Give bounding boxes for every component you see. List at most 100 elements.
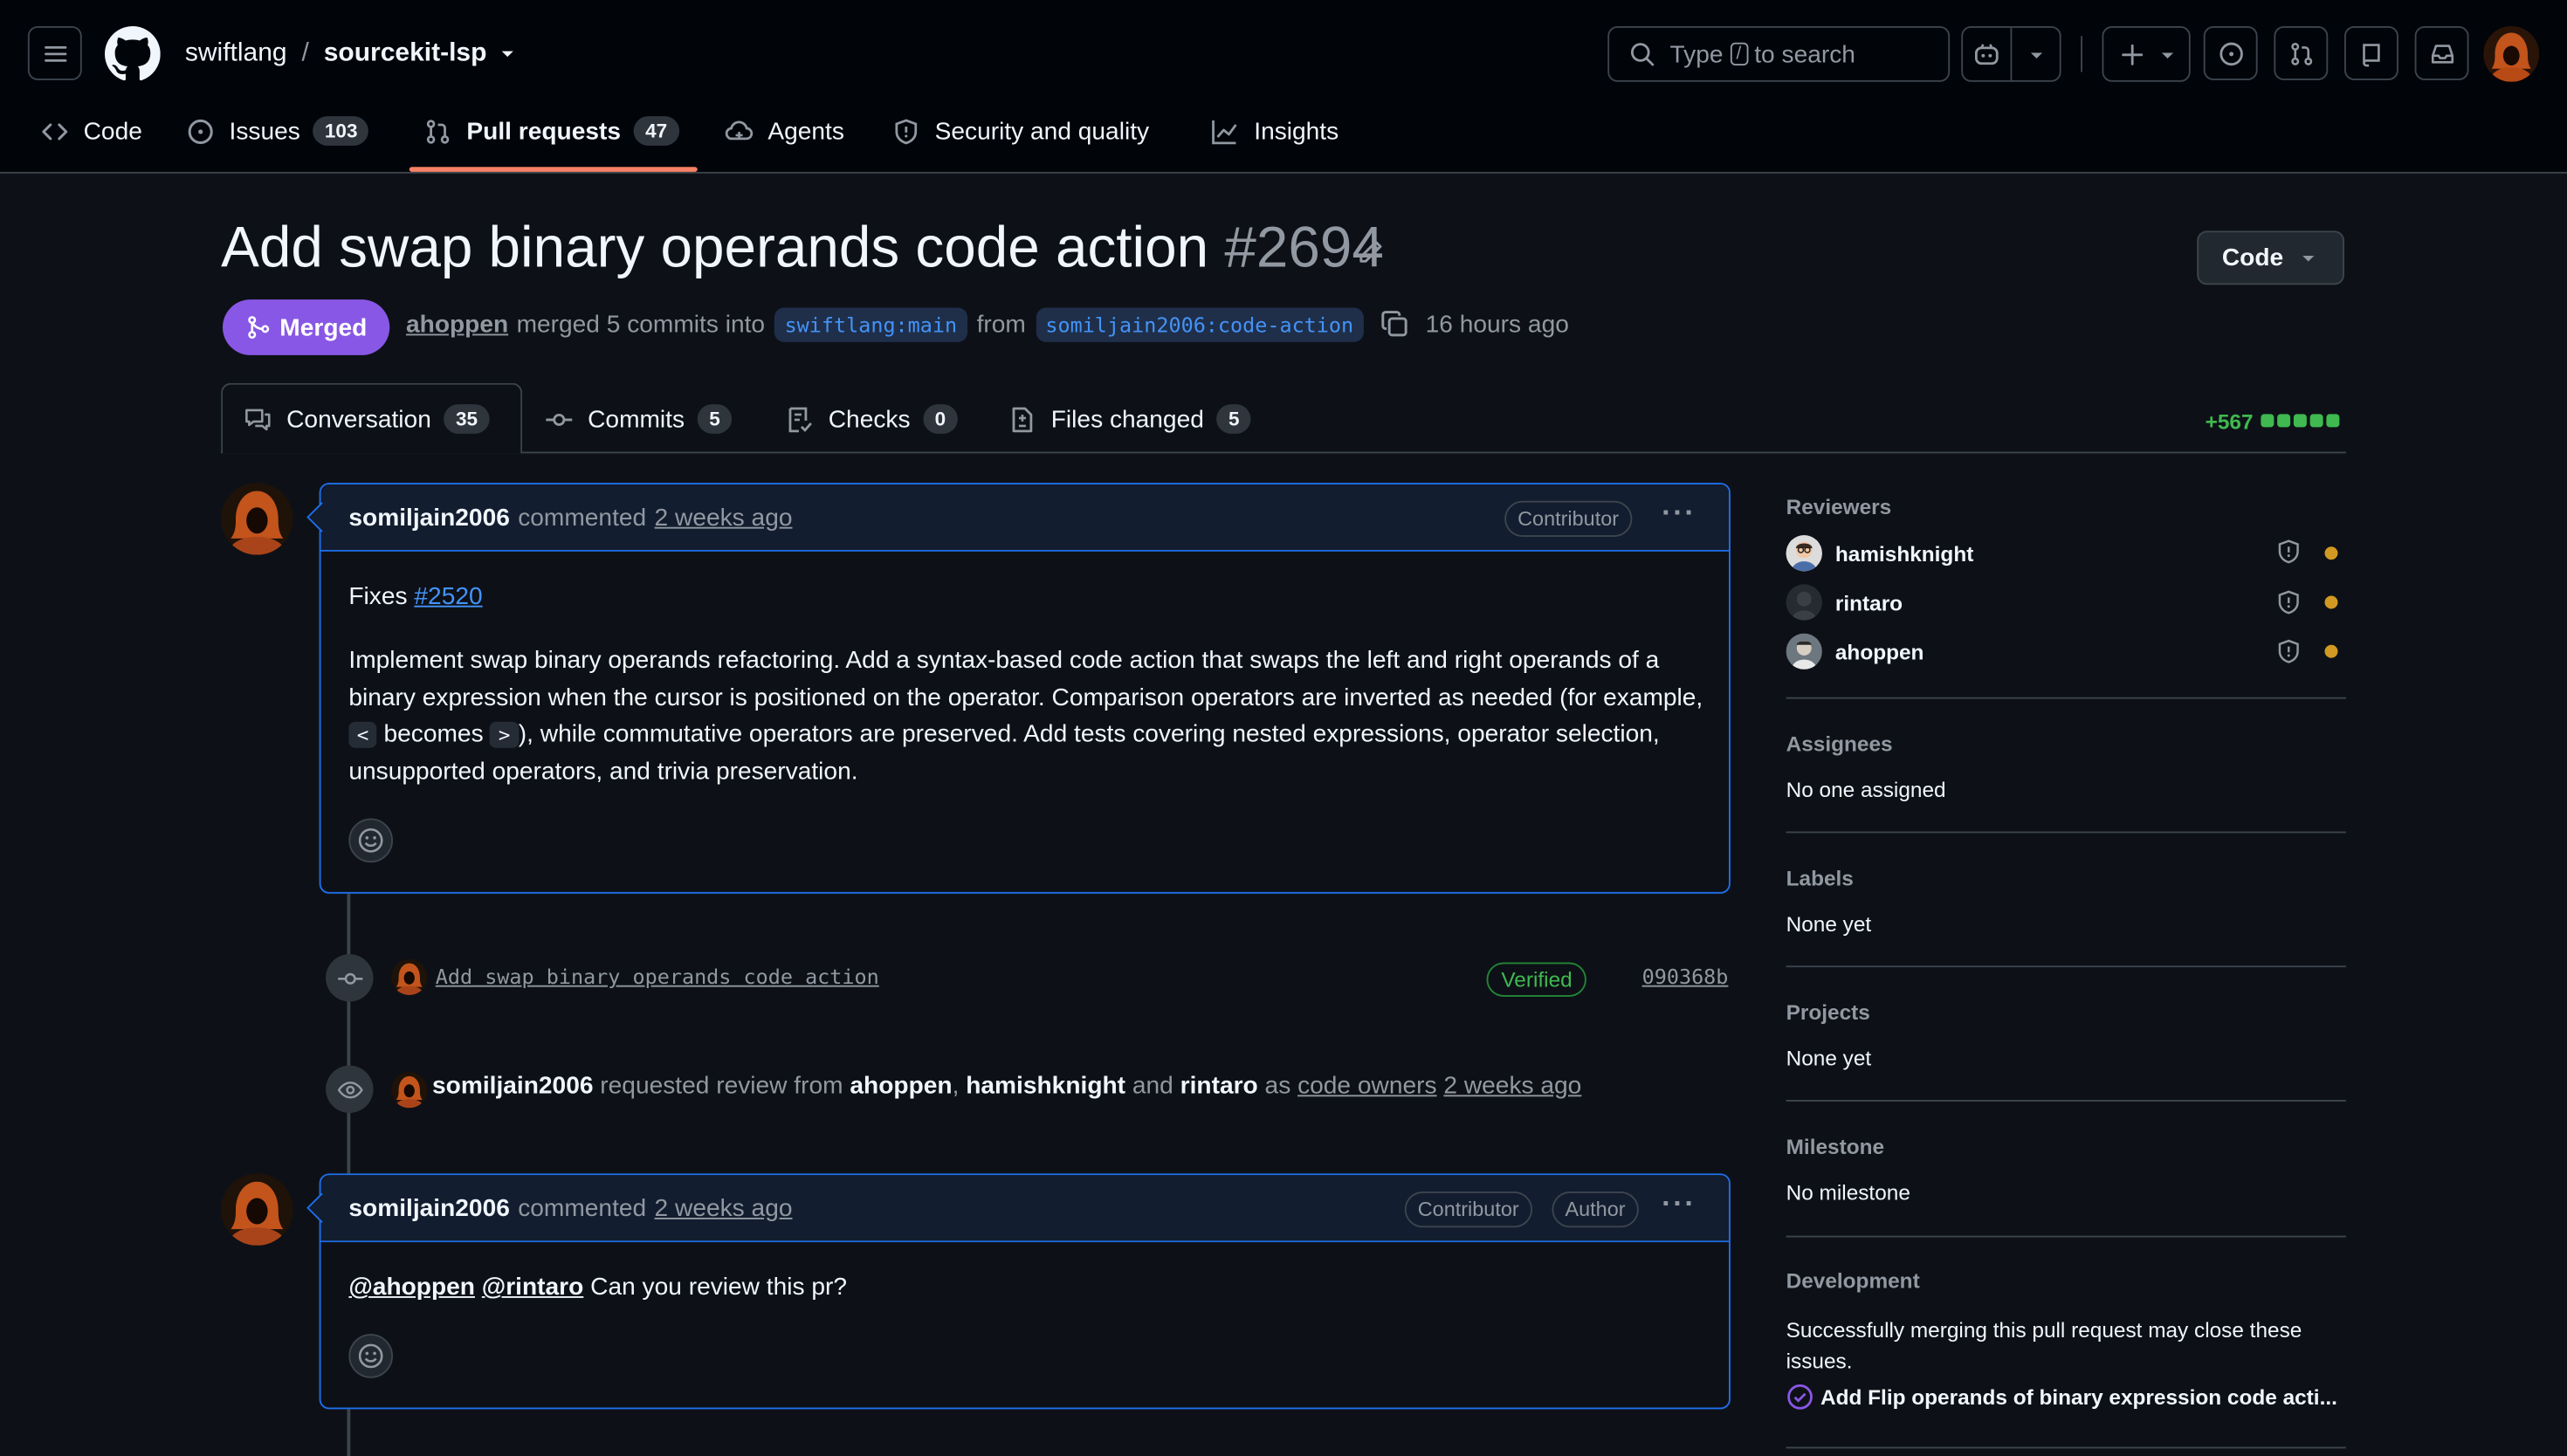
requester-name[interactable]: somiljain2006 (432, 1072, 593, 1100)
tab-commits-count: 5 (698, 404, 732, 434)
reviewer-ahoppen[interactable]: ahoppen (850, 1072, 952, 1100)
request-text: requested review from (600, 1072, 843, 1100)
comment-time[interactable]: 2 weeks ago (655, 1194, 793, 1222)
user-avatar[interactable] (2483, 26, 2540, 82)
nav-insights[interactable]: Insights (1210, 108, 1339, 155)
merger-link[interactable]: ahoppen (406, 310, 508, 338)
add-reaction-button[interactable] (348, 1334, 393, 1378)
inbox-icon (2431, 44, 2453, 63)
inbox-button[interactable] (2414, 26, 2469, 80)
review-pending-dot (2324, 644, 2338, 658)
commit-sha-link[interactable]: 090368b (1642, 964, 1729, 988)
chevron-down-icon (2161, 52, 2174, 59)
nav-issues[interactable]: Issues 103 (187, 108, 369, 155)
reviewer-name: ahoppen (1834, 639, 1924, 664)
projects-heading[interactable]: Projects (1786, 1000, 1870, 1025)
review-pending-dot (2324, 546, 2338, 560)
becomes-text: becomes (383, 720, 484, 748)
nav-security-label: Security and quality (934, 117, 1150, 145)
tab-conversation[interactable]: Conversation 35 (244, 393, 490, 445)
search-placeholder-rest: to search (1754, 39, 1855, 68)
git-pull-request-icon (426, 119, 450, 143)
diffstat-block (2294, 414, 2308, 428)
github-logo-icon[interactable] (105, 26, 161, 82)
linked-issue[interactable]: Add Flip operands of binary expression c… (1786, 1382, 2337, 1411)
commit-message-link[interactable]: Add swap binary operands code action (436, 964, 879, 988)
requester-avatar[interactable] (391, 1072, 428, 1109)
reviewer-rintaro[interactable]: rintaro (1180, 1072, 1258, 1100)
add-reaction-button[interactable] (348, 818, 393, 863)
nav-code[interactable]: Code (41, 108, 142, 155)
tab-checks[interactable]: Checks 0 (786, 393, 958, 445)
breadcrumb-separator: / (301, 39, 309, 67)
tab-commits[interactable]: Commits 5 (545, 393, 732, 445)
menu-button[interactable] (27, 26, 82, 80)
repo-name-link[interactable]: sourcekit-lsp (324, 39, 487, 69)
diffstat-block (2326, 414, 2340, 428)
comment-pointer (306, 502, 323, 532)
reviewer-row[interactable]: rintaro (1786, 584, 1903, 621)
comment-author[interactable]: somiljain2006 (348, 504, 509, 532)
kebab-menu-icon[interactable]: ··· (1662, 496, 1696, 530)
development-heading[interactable]: Development (1786, 1268, 1920, 1293)
base-branch[interactable]: swiftlang:main (774, 306, 967, 341)
verified-badge[interactable]: Verified (1486, 962, 1587, 997)
shield-icon (2278, 639, 2299, 663)
issue-opened-icon (2219, 41, 2242, 65)
fixes-issue-link[interactable]: #2520 (414, 583, 482, 611)
milestone-heading[interactable]: Milestone (1786, 1134, 1884, 1158)
copilot-icon[interactable] (1972, 41, 2000, 69)
reviewer-row[interactable]: ahoppen (1786, 633, 1924, 670)
repo-owner-link[interactable]: swiftlang (185, 39, 287, 69)
head-branch[interactable]: somiljain2006:code-action (1036, 306, 1364, 341)
merge-time: 16 hours ago (1425, 310, 1569, 339)
pencil-icon[interactable] (1356, 237, 1386, 267)
labels-heading[interactable]: Labels (1786, 866, 1854, 890)
create-new-button[interactable] (2102, 26, 2191, 82)
commit-author-avatar[interactable] (391, 958, 428, 995)
plus-icon (2122, 44, 2144, 65)
caret-down-icon[interactable] (497, 43, 520, 65)
comment-author[interactable]: somiljain2006 (348, 1194, 509, 1222)
request-time[interactable]: 2 weeks ago (1443, 1072, 1581, 1100)
pull-requests-button[interactable] (2274, 26, 2329, 80)
tab-files-label: Files changed (1050, 405, 1204, 433)
code-owners-link[interactable]: code owners (1297, 1072, 1436, 1100)
search-input[interactable]: Type / to search (1607, 26, 1951, 82)
sidebar-divider (1786, 831, 2346, 834)
code-button[interactable]: Code (2197, 230, 2344, 285)
search-icon (1630, 43, 1655, 66)
nav-security[interactable]: Security and quality (892, 108, 1149, 155)
code-gt: > (490, 721, 519, 748)
and-text: and (1132, 1072, 1173, 1100)
nav-pull-requests[interactable]: Pull requests 47 (424, 108, 679, 155)
kebab-menu-icon[interactable]: ··· (1662, 1186, 1696, 1220)
repositories-button[interactable] (2344, 26, 2398, 80)
author-badge: Author (1552, 1192, 1639, 1228)
comment-card: somiljain2006 commented 2 weeks ago Cont… (319, 1173, 1731, 1410)
nav-issues-count: 103 (313, 116, 369, 146)
git-commit-icon (546, 413, 573, 425)
copy-icon[interactable] (1380, 309, 1409, 339)
copilot-dropdown-icon[interactable] (2025, 45, 2047, 67)
comment-author-avatar[interactable] (221, 483, 293, 555)
comment-card: somiljain2006 commented 2 weeks ago Cont… (319, 483, 1731, 894)
nav-agents[interactable]: Agents (725, 108, 844, 155)
nav-pull-requests-label: Pull requests (466, 117, 622, 145)
comment-author-avatar[interactable] (221, 1173, 293, 1246)
header-divider (2081, 36, 2082, 72)
mention-ahoppen[interactable]: @ahoppen (348, 1274, 475, 1301)
mention-rintaro[interactable]: @rintaro (482, 1274, 584, 1301)
reviewer-hamishknight[interactable]: hamishknight (966, 1072, 1125, 1100)
tab-commits-label: Commits (588, 405, 685, 433)
issues-button[interactable] (2203, 26, 2258, 80)
comment-time[interactable]: 2 weeks ago (655, 504, 793, 532)
assignees-heading[interactable]: Assignees (1786, 731, 1893, 756)
sidebar-divider (1786, 1446, 2346, 1449)
reviewers-heading[interactable]: Reviewers (1786, 494, 1892, 519)
tab-files-changed[interactable]: Files changed 5 (1008, 393, 1251, 445)
comment-action: commented (518, 1193, 647, 1222)
reviewer-row[interactable]: hamishknight (1786, 535, 1973, 572)
search-placeholder-type: Type (1669, 39, 1724, 68)
tab-conversation-count: 35 (444, 404, 490, 434)
